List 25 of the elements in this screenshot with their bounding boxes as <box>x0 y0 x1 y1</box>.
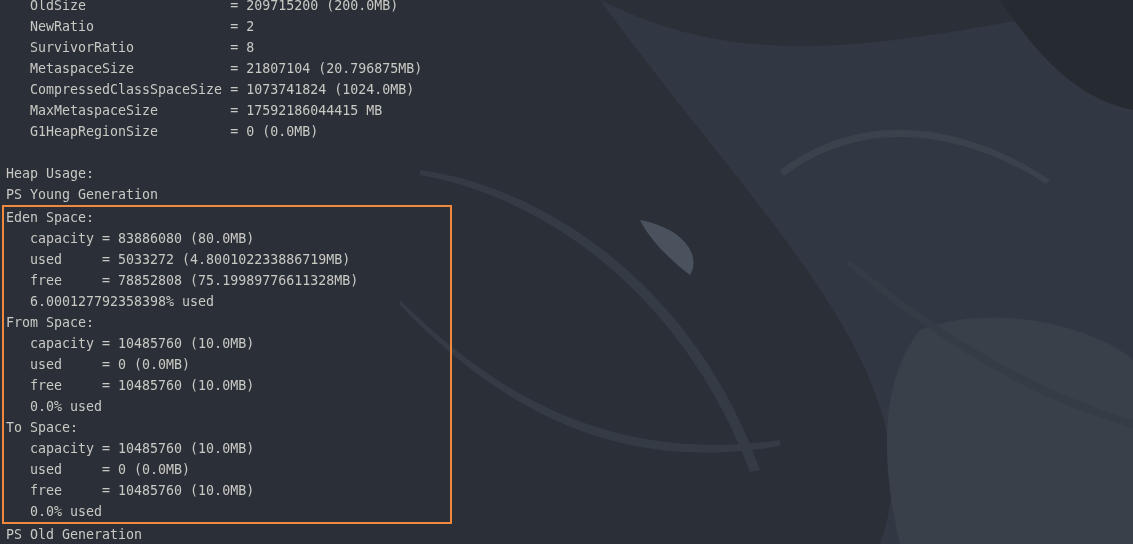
generation-heading: PS Young Generation <box>6 187 159 202</box>
space-line: used = 0 (0.0MB) <box>30 357 191 372</box>
space-heading: Eden Space: <box>6 210 95 225</box>
space-line: capacity = 10485760 (10.0MB) <box>30 336 255 351</box>
space-line: capacity = 10485760 (10.0MB) <box>30 441 255 456</box>
section-heading: Heap Usage: <box>6 166 95 181</box>
space-line: free = 78852808 (75.19989776611328MB) <box>30 273 359 288</box>
config-line: SurvivorRatio = 8 <box>30 40 255 55</box>
space-line: 0.0% used <box>30 399 103 414</box>
space-line: capacity = 83886080 (80.0MB) <box>30 231 255 246</box>
space-line: 0.0% used <box>30 504 103 519</box>
space-line: 6.000127792358398% used <box>30 294 215 309</box>
space-heading: From Space: <box>6 315 95 330</box>
generation-heading: PS Old Generation <box>6 527 143 542</box>
config-line: MaxMetaspaceSize = 17592186044415 MB <box>30 103 383 118</box>
config-line: CompressedClassSpaceSize = 1073741824 (1024.0MB) <box>30 82 415 97</box>
space-line: used = 5033272 (4.800102233886719MB) <box>30 252 351 267</box>
config-line: MetaspaceSize = 21807104 (20.796875MB) <box>30 61 423 76</box>
space-line: free = 10485760 (10.0MB) <box>30 378 255 393</box>
space-line: free = 10485760 (10.0MB) <box>30 483 255 498</box>
space-heading: To Space: <box>6 420 79 435</box>
config-line: G1HeapRegionSize = 0 (0.0MB) <box>30 124 319 139</box>
config-line: OldSize = 209715200 (200.0MB) <box>30 0 399 13</box>
config-line: NewRatio = 2 <box>30 19 255 34</box>
space-line: used = 0 (0.0MB) <box>30 462 191 477</box>
